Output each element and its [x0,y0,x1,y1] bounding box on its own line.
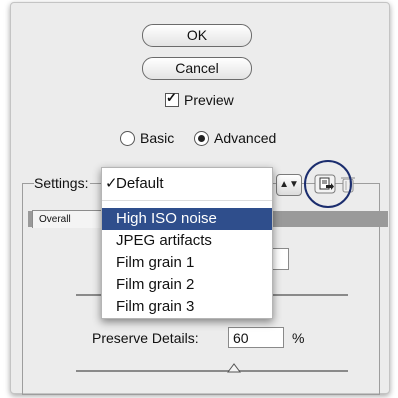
menu-item-default[interactable]: ✓ Default [102,173,272,195]
percent-unit: % [292,330,305,346]
menu-check-icon: ✓ [105,175,118,192]
menu-item-high-iso-noise[interactable]: High ISO noise [102,208,272,230]
cancel-button[interactable]: Cancel [142,57,252,80]
settings-popup-arrows[interactable]: ▲▼ [276,174,302,196]
menu-item-label: Default [116,175,164,192]
preserve-details-slider-thumb[interactable] [227,363,241,373]
menu-item-film-grain-2[interactable]: Film grain 2 [102,274,272,296]
ok-button[interactable]: OK [142,24,252,47]
settings-dropdown-menu: ✓ Default High ISO noise JPEG artifacts … [101,167,273,319]
preview-label: Preview [184,92,234,108]
checkmark-icon: ✓ [166,90,177,105]
advanced-label: Advanced [214,130,277,146]
advanced-radio[interactable]: Advanced [194,130,276,146]
menu-separator [102,200,272,201]
preserve-details-input[interactable]: 60 [228,327,284,348]
menu-item-jpeg-artifacts[interactable]: JPEG artifacts [102,230,272,252]
tab-overall[interactable]: Overall [32,210,104,228]
callout-circle [304,160,352,208]
basic-radio-circle[interactable] [120,130,135,146]
basic-label: Basic [140,130,175,146]
settings-label: Settings: [34,175,91,191]
radio-selected-dot [198,134,205,142]
menu-item-film-grain-3[interactable]: Film grain 3 [102,296,272,318]
menu-item-film-grain-1[interactable]: Film grain 1 [102,252,272,274]
filter-dialog: OK Cancel ✓ Preview Basic Advanced Setti… [0,0,398,398]
preserve-details-slider-track[interactable] [76,370,348,372]
preserve-details-label: Preserve Details: [92,330,199,346]
advanced-radio-circle[interactable] [194,130,209,146]
preview-checkbox[interactable]: ✓ Preview [165,90,234,108]
preview-check-box[interactable]: ✓ [165,90,179,107]
basic-radio[interactable]: Basic [120,130,174,146]
